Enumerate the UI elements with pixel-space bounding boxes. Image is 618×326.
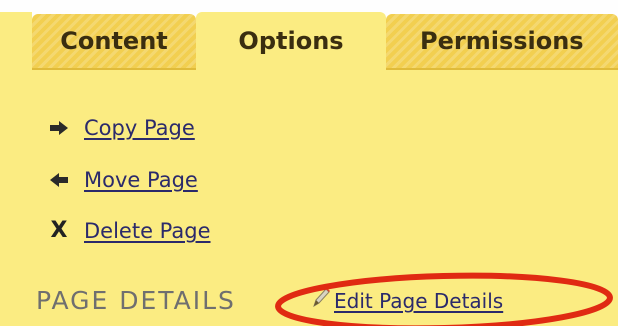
delete-page-action[interactable]: X Delete Page — [48, 216, 211, 246]
tab-content[interactable]: Content — [32, 14, 196, 70]
tab-label: Options — [238, 27, 344, 55]
delete-page-link[interactable]: Delete Page — [84, 219, 211, 243]
tab-permissions[interactable]: Permissions — [386, 14, 618, 70]
edit-page-details-link[interactable]: Edit Page Details — [334, 291, 503, 311]
tab-label: Permissions — [420, 27, 584, 55]
move-page-link[interactable]: Move Page — [84, 168, 198, 192]
page-details-heading: PAGE DETAILS — [36, 286, 236, 315]
copy-page-link[interactable]: Copy Page — [84, 116, 195, 140]
options-panel-screenshot: Content Options Permissions Copy Page Mo… — [0, 0, 618, 326]
delete-x-icon: X — [50, 218, 68, 243]
tab-bar: Content Options Permissions — [0, 12, 618, 70]
panel-edge — [0, 12, 32, 70]
move-page-action[interactable]: Move Page — [48, 165, 198, 195]
tab-options[interactable]: Options — [196, 12, 386, 70]
tab-label: Content — [60, 27, 168, 55]
arrow-left-icon — [48, 169, 70, 191]
arrow-right-icon — [48, 117, 70, 139]
pencil-icon — [310, 286, 332, 310]
copy-page-action[interactable]: Copy Page — [48, 113, 195, 143]
